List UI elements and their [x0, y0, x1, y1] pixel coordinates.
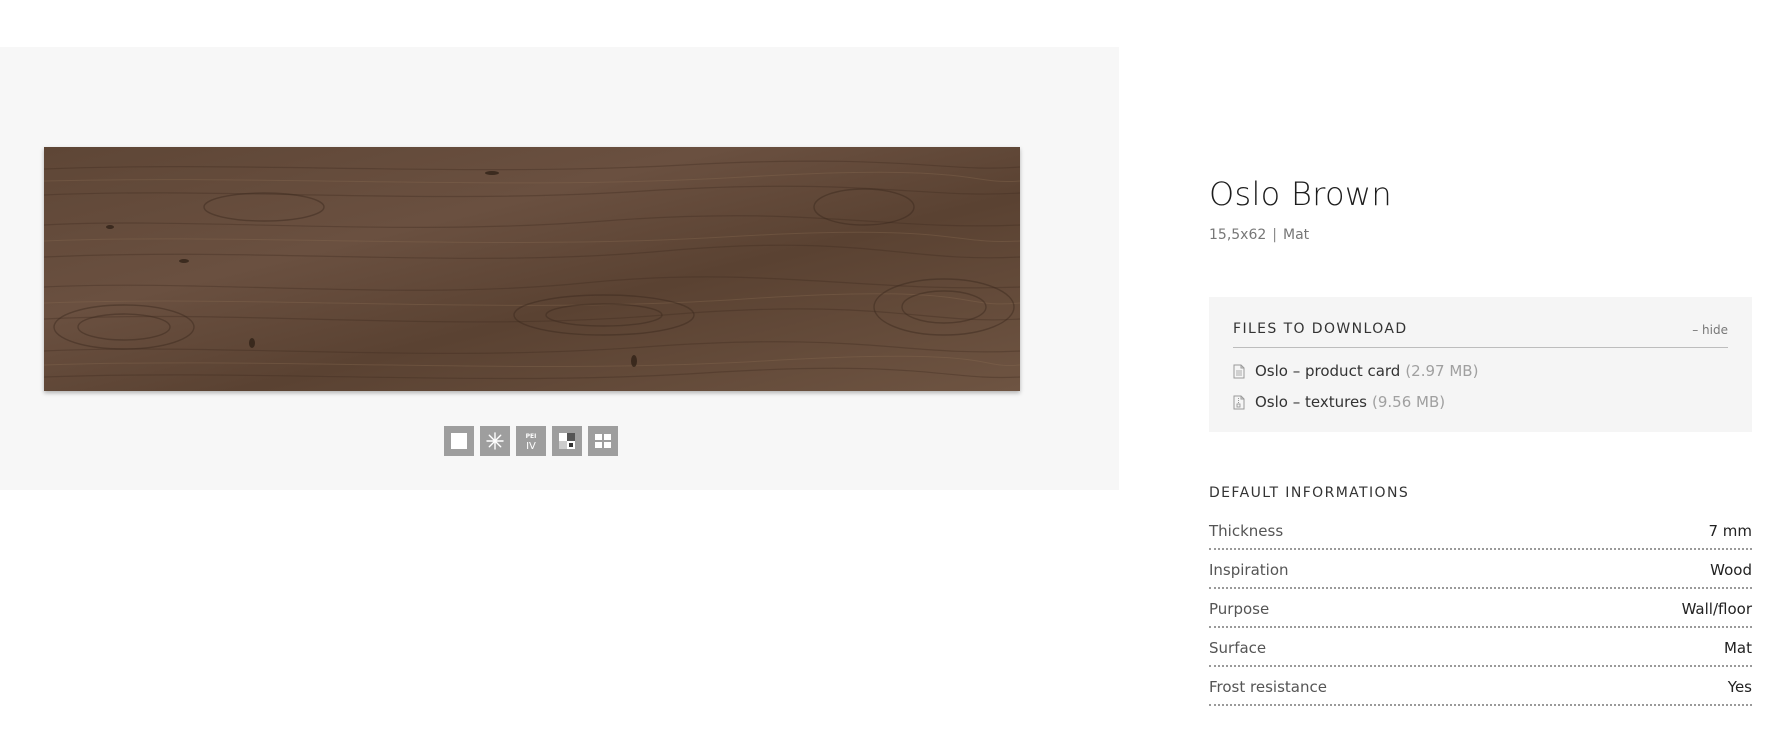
arrangement-icon[interactable] [588, 426, 618, 456]
spec-label: Thickness [1209, 522, 1284, 540]
files-to-download-panel: FILES TO DOWNLOAD – hide Oslo – product … [1209, 297, 1752, 432]
download-file-size: (9.56 MB) [1372, 393, 1446, 411]
spec-label: Inspiration [1209, 561, 1289, 579]
hide-downloads-toggle[interactable]: – hide [1692, 323, 1728, 337]
download-product-card-link[interactable]: Oslo – product card (2.97 MB) [1233, 362, 1478, 380]
shade-variation-icon[interactable] [552, 426, 582, 456]
pei-label-bottom: IV [526, 441, 536, 452]
document-icon [1233, 364, 1245, 378]
spec-value: Wood [1710, 561, 1752, 579]
download-file-name: Oslo – textures [1255, 393, 1367, 411]
subtitle-separator: | [1272, 227, 1277, 243]
product-tile-image[interactable] [44, 147, 1020, 391]
product-title: Oslo Brown [1209, 175, 1392, 213]
product-page: PEI IV Oslo Brown 15,5x62 | Mat FILES TO… [0, 0, 1775, 742]
spec-row-frost-resistance: Frost resistance Yes [1209, 678, 1752, 706]
spec-label: Surface [1209, 639, 1267, 657]
feature-icons: PEI IV [444, 426, 618, 456]
spec-value: Yes [1727, 678, 1752, 696]
download-file-size: (2.97 MB) [1405, 362, 1479, 380]
pei-label-top: PEI [526, 433, 537, 440]
product-finish: Mat [1283, 227, 1310, 243]
spec-label: Purpose [1209, 600, 1270, 618]
default-informations-title: DEFAULT INFORMATIONS [1209, 485, 1410, 501]
spec-value: Wall/floor [1681, 600, 1752, 618]
spec-row-purpose: Purpose Wall/floor [1209, 600, 1752, 628]
spec-row-surface: Surface Mat [1209, 639, 1752, 667]
spec-value: Mat [1723, 639, 1752, 657]
spec-value: 7 mm [1708, 522, 1752, 540]
archive-icon [1233, 395, 1245, 409]
downloads-title: FILES TO DOWNLOAD [1233, 321, 1408, 337]
pei-rating-icon[interactable]: PEI IV [516, 426, 546, 456]
frost-resistant-icon[interactable] [480, 426, 510, 456]
product-gallery: PEI IV [0, 47, 1119, 490]
product-subtitle: 15,5x62 | Mat [1209, 227, 1309, 243]
product-size: 15,5x62 [1209, 227, 1267, 243]
downloads-header: FILES TO DOWNLOAD – hide [1233, 321, 1728, 348]
spec-row-inspiration: Inspiration Wood [1209, 561, 1752, 589]
wood-texture [44, 147, 1020, 391]
single-tile-icon[interactable] [444, 426, 474, 456]
spec-label: Frost resistance [1209, 678, 1327, 696]
spec-row-thickness: Thickness 7 mm [1209, 522, 1752, 550]
download-file-name: Oslo – product card [1255, 362, 1401, 380]
download-textures-link[interactable]: Oslo – textures (9.56 MB) [1233, 393, 1445, 411]
